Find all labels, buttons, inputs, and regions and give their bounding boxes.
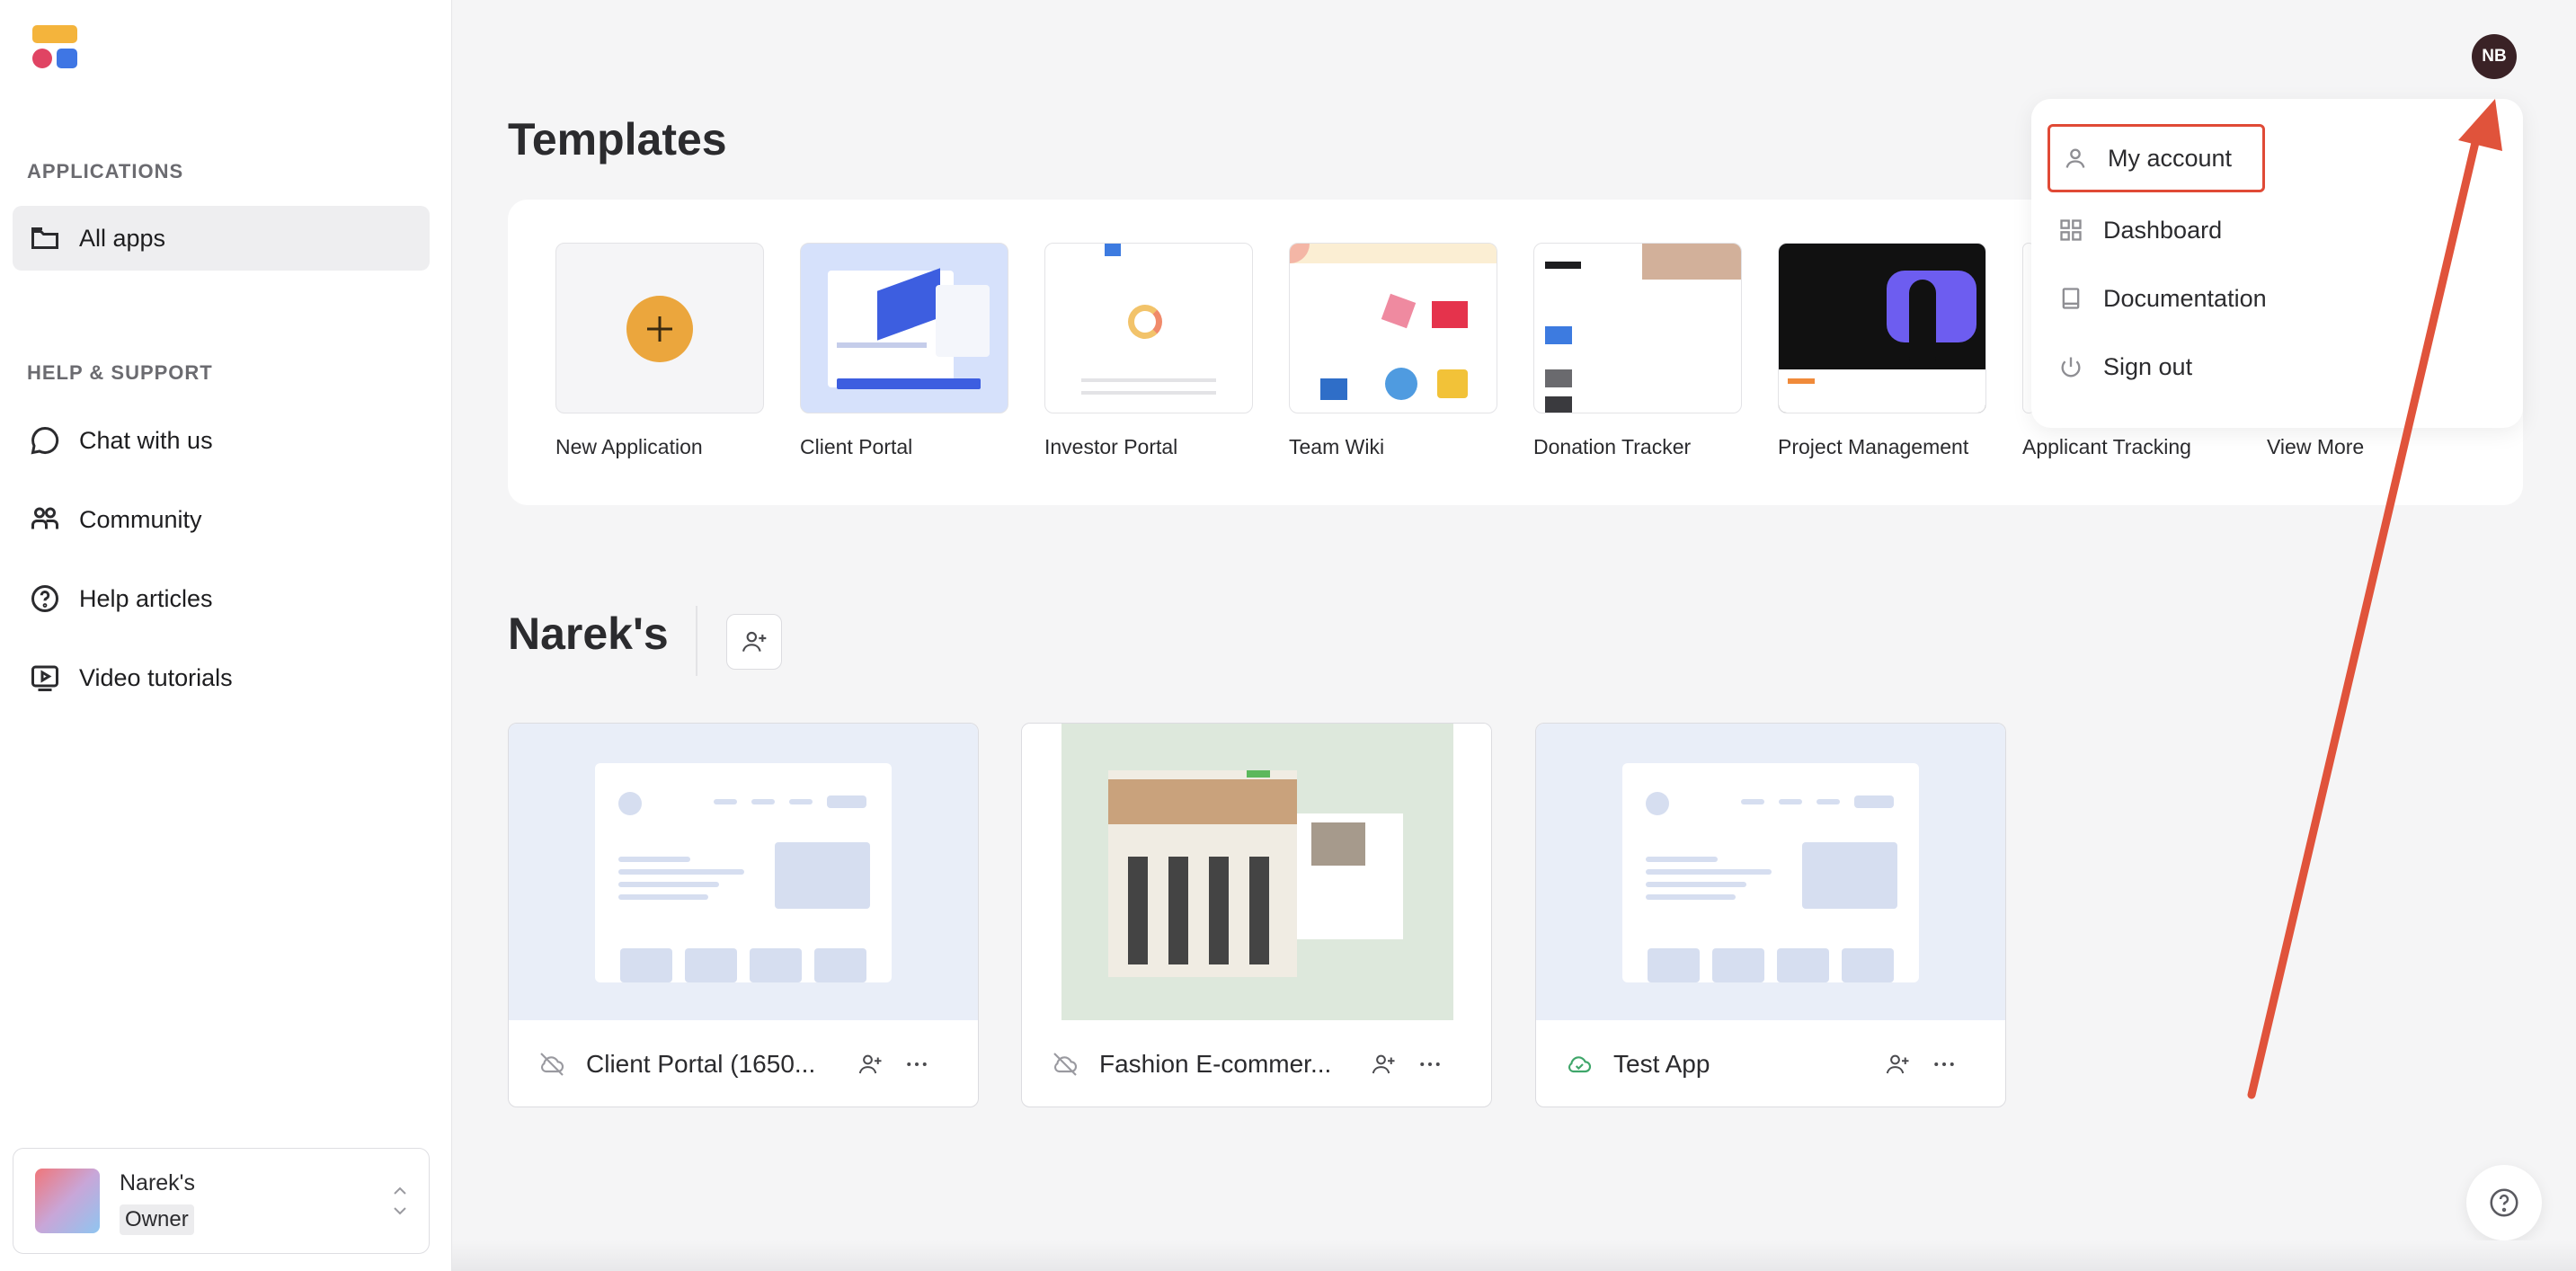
community-icon: [31, 507, 58, 529]
menu-item-dashboard[interactable]: Dashboard: [2058, 203, 2222, 257]
template-label: Investor Portal: [1044, 435, 1178, 458]
templates-title: Templates: [508, 114, 727, 164]
help-section-title: HELP & SUPPORT: [27, 361, 213, 384]
sidebar-item-video-tutorials[interactable]: Video tutorials: [13, 645, 430, 710]
invite-user-button[interactable]: [726, 614, 782, 670]
power-icon: [2061, 357, 2081, 378]
role-badge: Owner: [120, 1204, 194, 1235]
app-preview: [1022, 724, 1491, 1020]
app-preview: [1536, 724, 2005, 1020]
more-icon: [907, 1062, 927, 1066]
share-app-button[interactable]: [1881, 1048, 1914, 1080]
menu-item-my-account[interactable]: My account: [2047, 124, 2265, 192]
sidebar-item-chat[interactable]: Chat with us: [13, 408, 430, 473]
app-logo[interactable]: [32, 25, 79, 72]
add-user-icon: [1886, 1054, 1909, 1074]
chevron-up-down-icon: [394, 1187, 406, 1215]
app-preview: [509, 724, 978, 1020]
app-card[interactable]: Fashion E-commer...: [1021, 723, 1492, 1107]
menu-item-label: Dashboard: [2103, 216, 2223, 244]
share-app-button[interactable]: [854, 1048, 886, 1080]
template-label: Applicant Tracking: [2022, 435, 2191, 458]
menu-item-sign-out[interactable]: Sign out: [2058, 340, 2192, 394]
menu-item-documentation[interactable]: Documentation: [2058, 271, 2267, 325]
template-donation-tracker[interactable]: Donation Tracker: [1533, 243, 1742, 459]
cloud-off-icon: [1053, 1053, 1077, 1076]
template-project-management[interactable]: Project Management: [1778, 243, 1986, 459]
bottom-fade: [452, 1240, 2576, 1271]
more-options-button[interactable]: [1414, 1048, 1446, 1080]
sidebar-item-all-apps[interactable]: All apps: [13, 206, 430, 271]
workspace-title: Narek's: [508, 609, 669, 659]
template-label: Donation Tracker: [1533, 435, 1692, 458]
more-icon: [1420, 1062, 1440, 1066]
help-button[interactable]: [2466, 1165, 2542, 1240]
template-label: Client Portal: [800, 435, 913, 458]
template-label: Project Management: [1778, 435, 1969, 458]
more-options-button[interactable]: [1928, 1048, 1960, 1080]
sidebar-item-label: Help articles: [79, 584, 213, 612]
divider: [696, 606, 697, 676]
cloud-check-icon: [1568, 1056, 1591, 1073]
more-options-button[interactable]: [901, 1048, 933, 1080]
help-circle-icon: [2490, 1188, 2518, 1217]
app-title: Test App: [1613, 1050, 1710, 1078]
cloud-off-icon: [540, 1053, 564, 1076]
user-avatar[interactable]: NB: [2472, 34, 2517, 79]
user-icon: [2065, 148, 2085, 168]
sidebar-item-label: Video tutorials: [79, 663, 233, 691]
template-client-portal[interactable]: Client Portal: [800, 243, 1008, 459]
workspace-switcher[interactable]: Narek's Owner: [13, 1148, 430, 1254]
app-title: Fashion E-commer...: [1099, 1050, 1332, 1078]
help-circle-icon: [31, 585, 58, 612]
workspace-name: Narek's: [120, 1170, 195, 1195]
applications-section-title: APPLICATIONS: [27, 160, 184, 182]
sidebar-item-label: Chat with us: [79, 426, 213, 454]
sidebar-item-help-articles[interactable]: Help articles: [13, 566, 430, 631]
template-team-wiki[interactable]: Team Wiki: [1289, 243, 1497, 459]
app-card[interactable]: Client Portal (1650...: [508, 723, 979, 1107]
grid-icon: [2060, 219, 2082, 241]
template-label: Team Wiki: [1289, 435, 1385, 458]
app-card[interactable]: Test App: [1535, 723, 2006, 1107]
folder-icon: [31, 227, 58, 249]
workspace-avatar: [35, 1169, 100, 1233]
add-user-icon: [858, 1054, 882, 1074]
sidebar: APPLICATIONS All apps HELP & SUPPORT Cha…: [0, 0, 452, 1271]
book-icon: [2062, 288, 2080, 309]
video-icon: [31, 665, 58, 691]
template-label: New Application: [555, 435, 703, 458]
chat-icon: [31, 426, 59, 455]
sidebar-item-community[interactable]: Community: [13, 487, 430, 552]
account-menu: My account Dashboard Documentation Sign …: [2031, 99, 2523, 428]
template-new-application[interactable]: New Application: [555, 243, 764, 459]
menu-item-label: My account: [2108, 144, 2233, 172]
more-icon: [1934, 1062, 1954, 1066]
sidebar-item-label: All apps: [79, 224, 166, 252]
app-title: Client Portal (1650...: [586, 1050, 816, 1078]
menu-item-label: Sign out: [2103, 352, 2193, 380]
template-investor-portal[interactable]: Investor Portal: [1044, 243, 1253, 459]
template-label: View More: [2267, 435, 2365, 458]
add-user-icon: [1372, 1054, 1395, 1074]
share-app-button[interactable]: [1367, 1048, 1399, 1080]
plus-icon: [626, 296, 693, 362]
menu-item-label: Documentation: [2103, 284, 2267, 312]
sidebar-item-label: Community: [79, 505, 202, 533]
add-user-icon: [742, 631, 767, 652]
